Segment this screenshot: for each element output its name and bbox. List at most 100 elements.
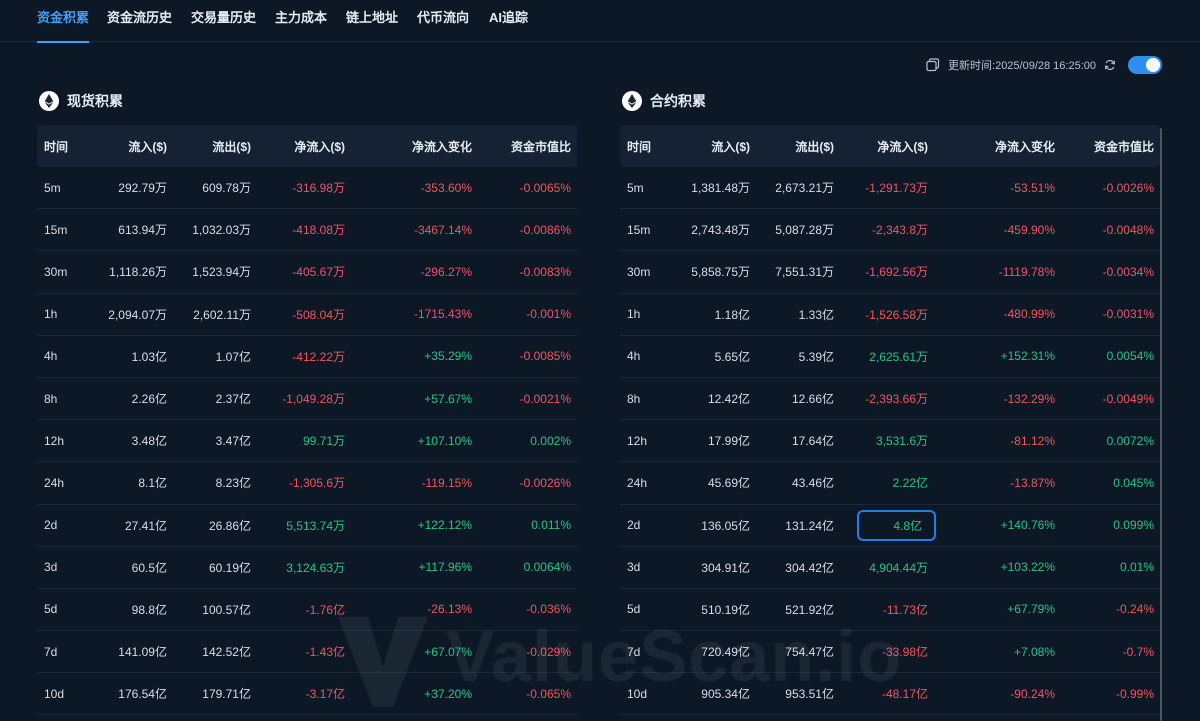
table-cell: -81.12% [1010, 433, 1055, 448]
table-row[interactable]: 4h 1.03亿 1.07亿 -412.22万 +35.29% -0.0085% [37, 336, 577, 378]
table-row[interactable]: 8h 2.26亿 2.37亿 -1,049.28万 +57.67% -0.0021% [37, 378, 577, 421]
table-cell: +107.10% [417, 433, 472, 448]
table-cell: +67.79% [1007, 602, 1055, 617]
table-cell: 45.69亿 [707, 476, 750, 491]
scrollbar[interactable] [1160, 128, 1162, 721]
table-cell: 99.71万 [302, 434, 345, 449]
spot-table-body: 5m 292.79万 609.78万 -316.98万 -353.60% -0.0065%… [37, 167, 577, 716]
table-cell: 905.34亿 [701, 687, 750, 702]
table-cell: 179.71亿 [202, 687, 251, 702]
column-header: 流入($) [711, 139, 750, 154]
table-cell: 304.91亿 [701, 560, 750, 575]
table-cell: 5m [44, 180, 61, 195]
table-row[interactable]: 12h 3.48亿 3.47亿 99.71万 +107.10% 0.002% [37, 420, 577, 463]
table-cell: -412.22万 [292, 349, 345, 364]
table-row[interactable]: 24h 45.69亿 43.46亿 2.22亿 -13.87% 0.045% [620, 462, 1160, 505]
table-row[interactable]: 30m 1,118.26万 1,523.94万 -405.67万 -296.27% -0.… [37, 251, 577, 294]
tab-main-cost[interactable]: 主力成本 [275, 0, 327, 42]
table-cell: +152.31% [1000, 349, 1055, 364]
copy-icon[interactable] [926, 58, 940, 72]
table-row[interactable]: 5m 292.79万 609.78万 -316.98万 -353.60% -0.0065% [37, 167, 577, 210]
table-row[interactable]: 8h 12.42亿 12.66亿 -2,393.66万 -132.29% -0.0049% [620, 378, 1160, 421]
table-cell: -459.90% [1003, 222, 1055, 237]
table-row[interactable]: 30m 5,858.75万 7,551.31万 -1,692.56万 -1119.78%… [620, 251, 1160, 294]
tab-fund-flow-history[interactable]: 资金流历史 [107, 0, 172, 42]
table-row[interactable]: 7d 720.49亿 754.47亿 -33.98亿 +7.08% -0.7% [620, 631, 1160, 674]
table-row[interactable]: 5d 510.19亿 521.92亿 -11.73亿 +67.79% -0.24% [620, 589, 1160, 632]
table-cell: 10d [627, 686, 648, 701]
table-cell: -11.73亿 [882, 602, 928, 617]
table-row[interactable]: 24h 8.1亿 8.23亿 -1,305.6万 -119.15% -0.0026% [37, 462, 577, 505]
tab-volume-history[interactable]: 交易量历史 [191, 0, 256, 42]
table-row[interactable]: 15m 613.94万 1,032.03万 -418.08万 -3467.14% -0.0… [37, 209, 577, 252]
table-cell: 2,094.07万 [108, 307, 167, 322]
table-cell: 1h [44, 307, 58, 322]
table-row[interactable]: 4h 5.65亿 5.39亿 2,625.61万 +152.31% 0.0054% [620, 336, 1160, 378]
table-cell: 0.0054% [1106, 349, 1154, 364]
table-cell: 60.19亿 [208, 560, 251, 575]
table-cell: +117.96% [418, 560, 473, 575]
table-cell: 27.41亿 [124, 518, 167, 533]
table-row[interactable]: 1h 2,094.07万 2,602.11万 -508.04万 -1715.43% -0.… [37, 294, 577, 336]
table-cell: -508.04万 [292, 307, 345, 322]
refresh-icon[interactable] [1104, 59, 1116, 71]
table-cell: -0.7% [1122, 644, 1154, 659]
table-cell: -53.51% [1010, 180, 1055, 195]
table-cell: 2d [627, 518, 641, 533]
table-cell: 5d [44, 602, 58, 617]
table-cell: -13.87% [1010, 475, 1055, 490]
column-header: 流出($) [212, 139, 251, 154]
table-cell: 3,124.63万 [286, 560, 345, 575]
table-cell: 3.48亿 [131, 434, 167, 449]
table-row[interactable]: 2d 27.41亿 26.86亿 5,513.74万 +122.12% 0.011% [37, 505, 577, 547]
table-cell: -296.27% [420, 264, 472, 279]
tab-fund-accumulation[interactable]: 资金积累 [37, 0, 90, 43]
toggle-knob [1146, 58, 1160, 72]
table-cell: 142.52亿 [202, 645, 251, 660]
table-row[interactable]: 3d 60.5亿 60.19亿 3,124.63万 +117.96% 0.0064% [37, 547, 577, 589]
auto-refresh-toggle[interactable] [1128, 56, 1162, 74]
table-cell: +37.20% [424, 686, 472, 701]
table-cell: -1,291.73万 [865, 181, 928, 196]
table-cell: 5,858.75万 [691, 265, 750, 280]
table-cell: -132.29% [1003, 391, 1055, 406]
table-cell: 26.86亿 [208, 518, 251, 533]
table-row[interactable]: 7d 141.09亿 142.52亿 -1.43亿 +67.07% -0.029% [37, 631, 577, 674]
table-cell: -0.0065% [519, 180, 571, 195]
table-cell: 1.03亿 [131, 349, 167, 364]
table-cell: -0.065% [526, 686, 571, 701]
table-cell: -48.17亿 [881, 687, 928, 702]
table-cell: 30m [44, 264, 68, 279]
table-cell: +67.07% [424, 644, 472, 659]
table-cell: -2,393.66万 [865, 392, 928, 407]
table-row[interactable]: 12h 17.99亿 17.64亿 3,531.6万 -81.12% 0.0072% [620, 420, 1160, 463]
table-row[interactable]: 1h 1.18亿 1.33亿 -1,526.58万 -480.99% -0.0031% [620, 294, 1160, 336]
table-row[interactable]: 5m 1,381.48万 2,673.21万 -1,291.73万 -53.51% -0.… [620, 167, 1160, 210]
table-row[interactable]: 15m 2,743.48万 5,087.28万 -2,343.8万 -459.90% -0… [620, 209, 1160, 252]
table-cell: 0.0072% [1106, 433, 1154, 448]
table-cell: -0.036% [526, 602, 571, 617]
tab-onchain-address[interactable]: 链上地址 [346, 0, 398, 42]
table-cell: -2,343.8万 [871, 223, 928, 238]
table-cell: 5d [627, 602, 641, 617]
spot-panel-title: 现货积累 [67, 93, 123, 109]
table-row[interactable]: 5d 98.8亿 100.57亿 -1.76亿 -26.13% -0.036% [37, 589, 577, 632]
table-row[interactable]: 10d 905.34亿 953.51亿 -48.17亿 -90.24% -0.99% [620, 673, 1160, 716]
table-cell: 8.23亿 [215, 476, 251, 491]
table-row[interactable]: 2d 136.05亿 131.24亿 4.8亿 +140.76% 0.099% [620, 505, 1160, 547]
table-cell: 1,118.26万 [109, 265, 167, 280]
table-row[interactable]: 10d 176.54亿 179.71亿 -3.17亿 +37.20% -0.065% [37, 673, 577, 716]
table-cell: 24h [627, 475, 648, 490]
highlighted-value: 4.8亿 [857, 509, 936, 541]
contract-accumulation-panel: 合约积累 时间 流入($) 流出($) 净流入($) 净流入变化 资金市值比 5m 1,38… [620, 88, 1160, 716]
column-header: 净流入变化 [411, 139, 472, 154]
column-header: 时间 [627, 139, 652, 154]
tab-ai-tracking[interactable]: AI追踪 [489, 0, 528, 42]
tab-token-flow[interactable]: 代币流向 [417, 0, 469, 42]
table-cell: 0.002% [530, 433, 571, 448]
update-bar: 更新时间:2025/09/28 16:25:00 [926, 55, 1162, 75]
table-cell: -0.001% [526, 307, 571, 322]
table-row[interactable]: 3d 304.91亿 304.42亿 4,904.44万 +103.22% 0.01% [620, 547, 1160, 589]
table-cell: -1,049.28万 [282, 392, 345, 407]
table-cell: 12.42亿 [707, 392, 750, 407]
